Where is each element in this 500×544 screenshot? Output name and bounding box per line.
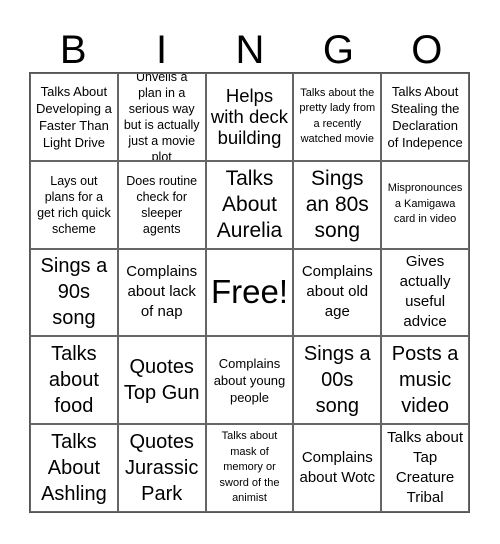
bingo-cell[interactable]: Gives actually useful advice <box>381 248 469 337</box>
cell-text: Unveils a plan in a serious way but is a… <box>123 73 200 161</box>
header-letter-i: I <box>156 28 168 72</box>
bingo-card-grid: Talks About Developing a Faster Than Lig… <box>29 72 470 513</box>
cell-text: Talks About Developing a Faster Than Lig… <box>35 83 112 150</box>
bingo-cell[interactable]: Sings a 90s song <box>30 248 118 337</box>
bingo-cell[interactable]: Lays out plans for a get rich quick sche… <box>30 160 118 249</box>
cell-text: Talks about Tap Creature Tribal <box>387 429 464 507</box>
cell-text: Quotes Top Gun <box>123 356 200 405</box>
bingo-cell[interactable]: Talks about Tap Creature Tribal <box>381 424 469 512</box>
bingo-cell[interactable]: Quotes Top Gun <box>117 336 206 425</box>
cell-text: Complains about lack of nap <box>126 263 198 321</box>
cell-text: Helps with deck building <box>210 85 289 149</box>
bingo-cell[interactable]: Quotes Jurassic Park <box>117 424 206 512</box>
header-letter-b: B <box>59 28 87 72</box>
bingo-cell[interactable]: Sings an 80s song <box>293 160 382 249</box>
cell-text: Sings a 90s song <box>40 255 108 330</box>
cell-text: Sings an 80s song <box>305 166 369 242</box>
header-letter-o: O <box>411 28 443 72</box>
cell-text: Talks about the pretty lady from a recen… <box>299 86 376 146</box>
bingo-cell[interactable]: Complains about old age <box>293 248 382 337</box>
bingo-cell[interactable]: Complains about young people <box>205 336 294 425</box>
bingo-cell[interactable]: Talks about the pretty lady from a recen… <box>293 73 382 161</box>
cell-text: Talks About Aurelia <box>216 166 283 242</box>
bingo-cell[interactable]: Posts a music video <box>381 336 469 425</box>
cell-text: Posts a music video <box>391 343 459 418</box>
cell-text: Complains about young people <box>213 355 286 405</box>
cell-text: Talks about food <box>48 343 99 418</box>
cell-text: Free! <box>210 273 288 311</box>
free-space-cell[interactable]: Free! <box>205 248 294 337</box>
cell-text: Quotes Jurassic Park <box>125 431 199 506</box>
header-letter-n: N <box>235 28 265 72</box>
bingo-cell[interactable]: Does routine check for sleeper agents <box>117 160 206 249</box>
cell-text: Sings a 00s song <box>303 343 371 418</box>
cell-text: Talks about mask of memory or sword of t… <box>219 430 280 505</box>
header-letter-g: G <box>322 28 354 72</box>
bingo-cell[interactable]: Talks about mask of memory or sword of t… <box>205 424 294 512</box>
cell-text: Complains about old age <box>301 263 373 321</box>
bingo-cell[interactable]: Talks About Aurelia <box>205 160 294 249</box>
bingo-cell[interactable]: Complains about Wotc <box>293 424 382 512</box>
bingo-cell[interactable]: Talks About Developing a Faster Than Lig… <box>30 73 118 161</box>
cell-text: Lays out plans for a get rich quick sche… <box>37 173 111 236</box>
cell-text: Does routine check for sleeper agents <box>126 173 198 236</box>
bingo-cell[interactable]: Talks about food <box>30 336 118 425</box>
bingo-cell[interactable]: Talks About Ashling <box>30 424 118 512</box>
bingo-cell[interactable]: Complains about lack of nap <box>117 248 206 337</box>
bingo-cell[interactable]: Helps with deck building <box>205 73 294 161</box>
bingo-cell[interactable]: Sings a 00s song <box>293 336 382 425</box>
cell-text: Gives actually useful advice <box>399 253 451 331</box>
bingo-cell[interactable]: Unveils a plan in a serious way but is a… <box>117 73 206 161</box>
bingo-header: B I N G O <box>29 26 471 74</box>
cell-text: Talks About Ashling <box>41 431 107 506</box>
cell-text: Complains about Wotc <box>299 449 376 487</box>
cell-text: Talks About Stealing the Declaration of … <box>387 83 463 150</box>
bingo-cell[interactable]: Mispronounces a Kamigawa card in video <box>381 160 469 249</box>
cell-text: Mispronounces a Kamigawa card in video <box>387 182 463 226</box>
bingo-cell[interactable]: Talks About Stealing the Declaration of … <box>381 73 469 161</box>
